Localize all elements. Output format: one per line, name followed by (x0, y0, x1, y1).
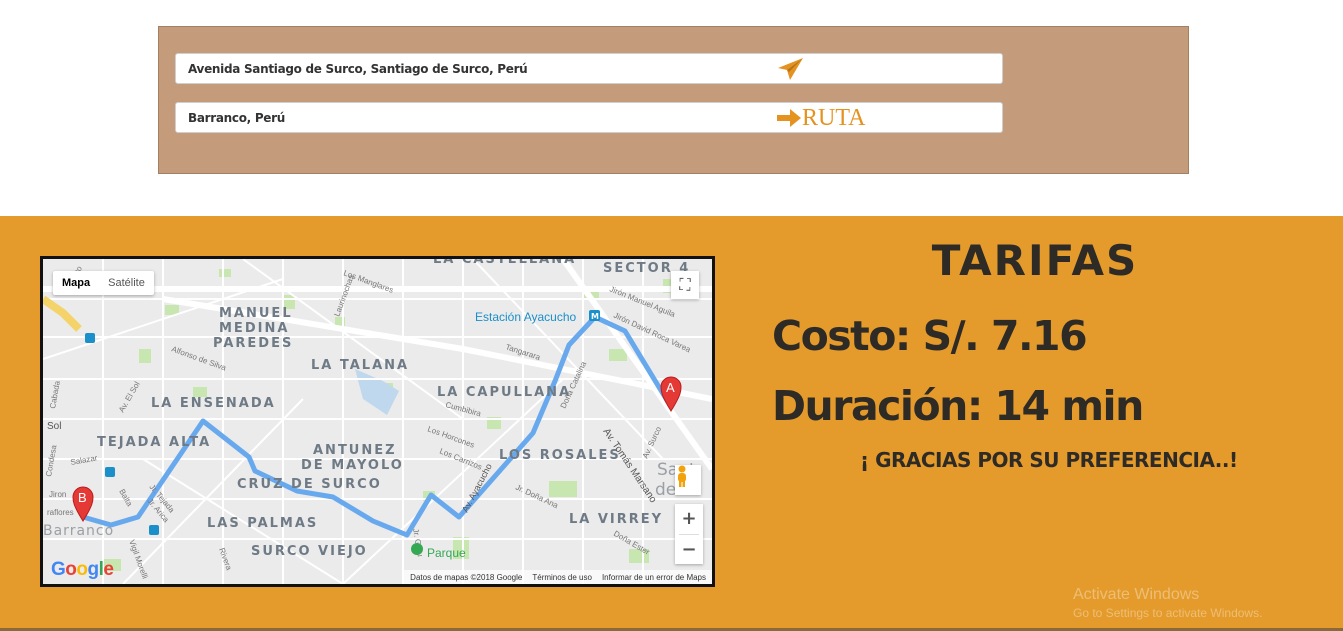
map-type-satelite[interactable]: Satélite (99, 271, 154, 295)
map-label: LAS PALMAS (207, 516, 318, 531)
map-label: CRUZ DE SURCO (237, 477, 382, 492)
google-logo: Google (51, 559, 114, 580)
windows-activation-watermark: Activate Windows Go to Settings to activ… (1073, 586, 1262, 620)
locate-button[interactable] (776, 56, 806, 82)
station-label: Estación Ayacucho (475, 310, 577, 324)
street-view-pegman[interactable] (675, 465, 701, 495)
map-data-credit: Datos de mapas ©2018 Google (410, 572, 523, 582)
origin-field[interactable]: Avenida Santiago de Surco, Santiago de S… (175, 53, 1003, 84)
map-label: LA CAPULLANA (437, 385, 571, 400)
bus-stop-icon (149, 525, 159, 535)
watermark-line2: Go to Settings to activate Windows. (1073, 606, 1263, 620)
duration-value: Duración: 14 min (772, 382, 1144, 430)
map-footer: Datos de mapas ©2018 Google Términos de … (404, 570, 712, 584)
zoom-control[interactable]: + − (675, 504, 703, 564)
bus-stop-icon (105, 467, 115, 477)
street-label: Sol (47, 421, 61, 432)
map-label: LA VIRREY (569, 512, 663, 527)
destination-value[interactable]: Barranco, Perú (188, 111, 285, 125)
route-search-panel: Avenida Santiago de Surco, Santiago de S… (158, 26, 1189, 174)
map-label: Barranco (43, 523, 114, 539)
map-canvas[interactable]: LA CASTELLANA SECTOR 4 MANUEL MEDINA PAR… (43, 259, 712, 584)
map-label: PAREDES (213, 336, 293, 351)
cost-value: Costo: S/. 7.16 (772, 312, 1088, 360)
map-label: SURCO VIEJO (251, 544, 368, 559)
map-label: LA CASTELLANA (433, 259, 576, 267)
map-label: LA ENSENADA (151, 396, 276, 411)
bus-stop-icon (85, 333, 95, 343)
marker-b-label: B (78, 490, 87, 505)
fullscreen-icon: ⛶ (679, 275, 691, 294)
report-error-link[interactable]: Informar de un error de Maps (602, 573, 706, 582)
map-type-mapa[interactable]: Mapa (53, 271, 99, 295)
map-label: MANUEL (219, 306, 293, 321)
origin-value[interactable]: Avenida Santiago de Surco, Santiago de S… (188, 62, 528, 76)
map-type-switch[interactable]: Mapa Satélite (53, 271, 154, 295)
map-label: LOS ROSALES (499, 448, 621, 463)
svg-text:M: M (591, 312, 599, 321)
route-button[interactable]: RUTA (776, 104, 865, 132)
map-label: MEDINA (219, 321, 289, 336)
map-label: LA TALANA (311, 358, 409, 373)
terms-link[interactable]: Términos de uso (532, 573, 592, 582)
park-pin-icon (411, 543, 423, 555)
zoom-out-button[interactable]: − (675, 535, 703, 565)
route-map[interactable]: LA CASTELLANA SECTOR 4 MANUEL MEDINA PAR… (40, 256, 715, 587)
zoom-in-button[interactable]: + (675, 504, 703, 534)
map-label: DE MAYOLO (301, 458, 404, 473)
thanks-message: ¡ GRACIAS POR SU PREFERENCIA..! (860, 448, 1238, 472)
route-button-label: RUTA (802, 105, 866, 131)
street-label: raflores (47, 508, 74, 517)
map-label: TEJADA ALTA (97, 435, 211, 450)
park-label: Parque (427, 546, 466, 560)
marker-a-label: A (666, 380, 675, 395)
watermark-line1: Activate Windows (1073, 586, 1200, 603)
paper-plane-icon (778, 58, 803, 80)
pegman-icon (678, 465, 686, 487)
map-label: ANTUNEZ (313, 443, 397, 458)
arrow-right-icon (777, 109, 801, 127)
fares-title: TARIFAS (931, 236, 1139, 285)
fullscreen-button[interactable]: ⛶ (671, 271, 699, 299)
destination-field[interactable]: Barranco, Perú RUTA (175, 102, 1003, 133)
fares-section: LA CASTELLANA SECTOR 4 MANUEL MEDINA PAR… (0, 216, 1343, 631)
street-label: Jiron (49, 490, 66, 499)
